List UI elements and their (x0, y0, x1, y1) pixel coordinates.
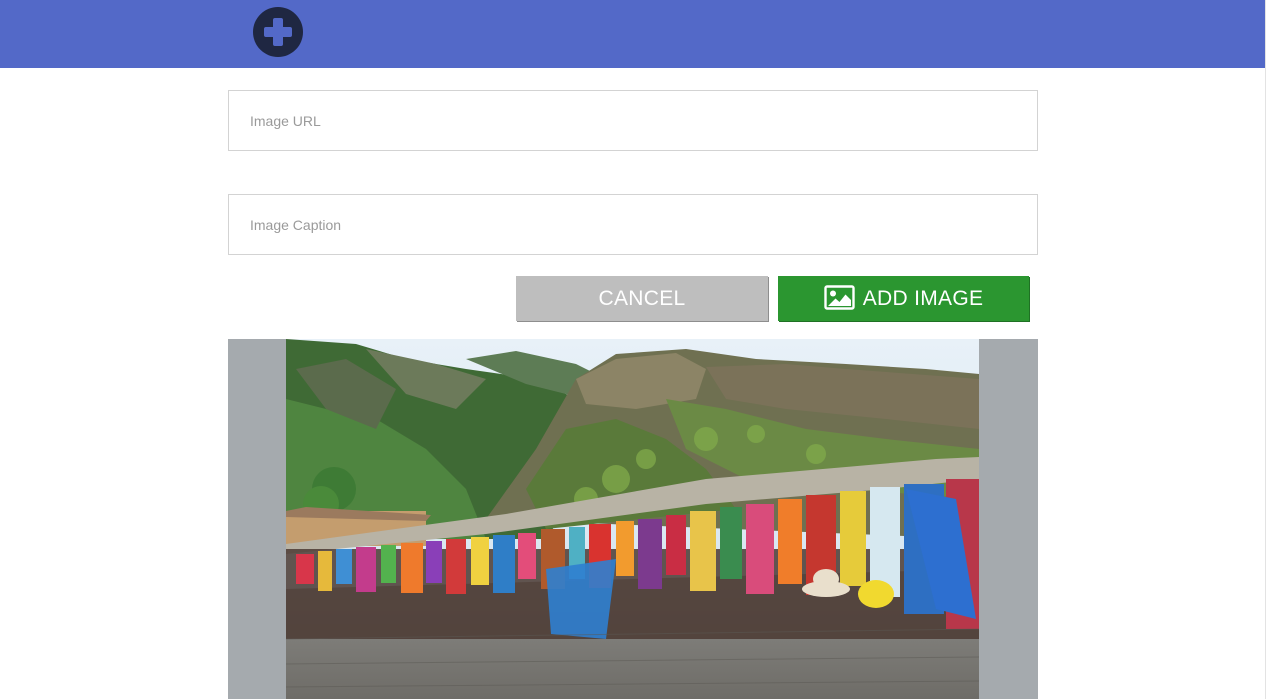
image-preview (228, 339, 1038, 699)
add-image-button[interactable]: ADD IMAGE (778, 276, 1029, 321)
image-url-field (228, 90, 1038, 151)
image-url-input[interactable] (229, 91, 1037, 150)
add-post-button[interactable] (253, 7, 303, 57)
image-caption-field (228, 194, 1038, 255)
image-caption-input[interactable] (229, 195, 1037, 254)
cancel-button-label: CANCEL (598, 286, 686, 310)
cancel-button[interactable]: CANCEL (516, 276, 768, 321)
plus-circle-icon (264, 18, 292, 46)
top-bar (0, 0, 1265, 68)
preview-photo (286, 339, 979, 699)
add-image-button-label: ADD IMAGE (862, 286, 984, 310)
image-icon (824, 284, 855, 310)
page: CANCEL ADD IMAGE (0, 0, 1266, 699)
